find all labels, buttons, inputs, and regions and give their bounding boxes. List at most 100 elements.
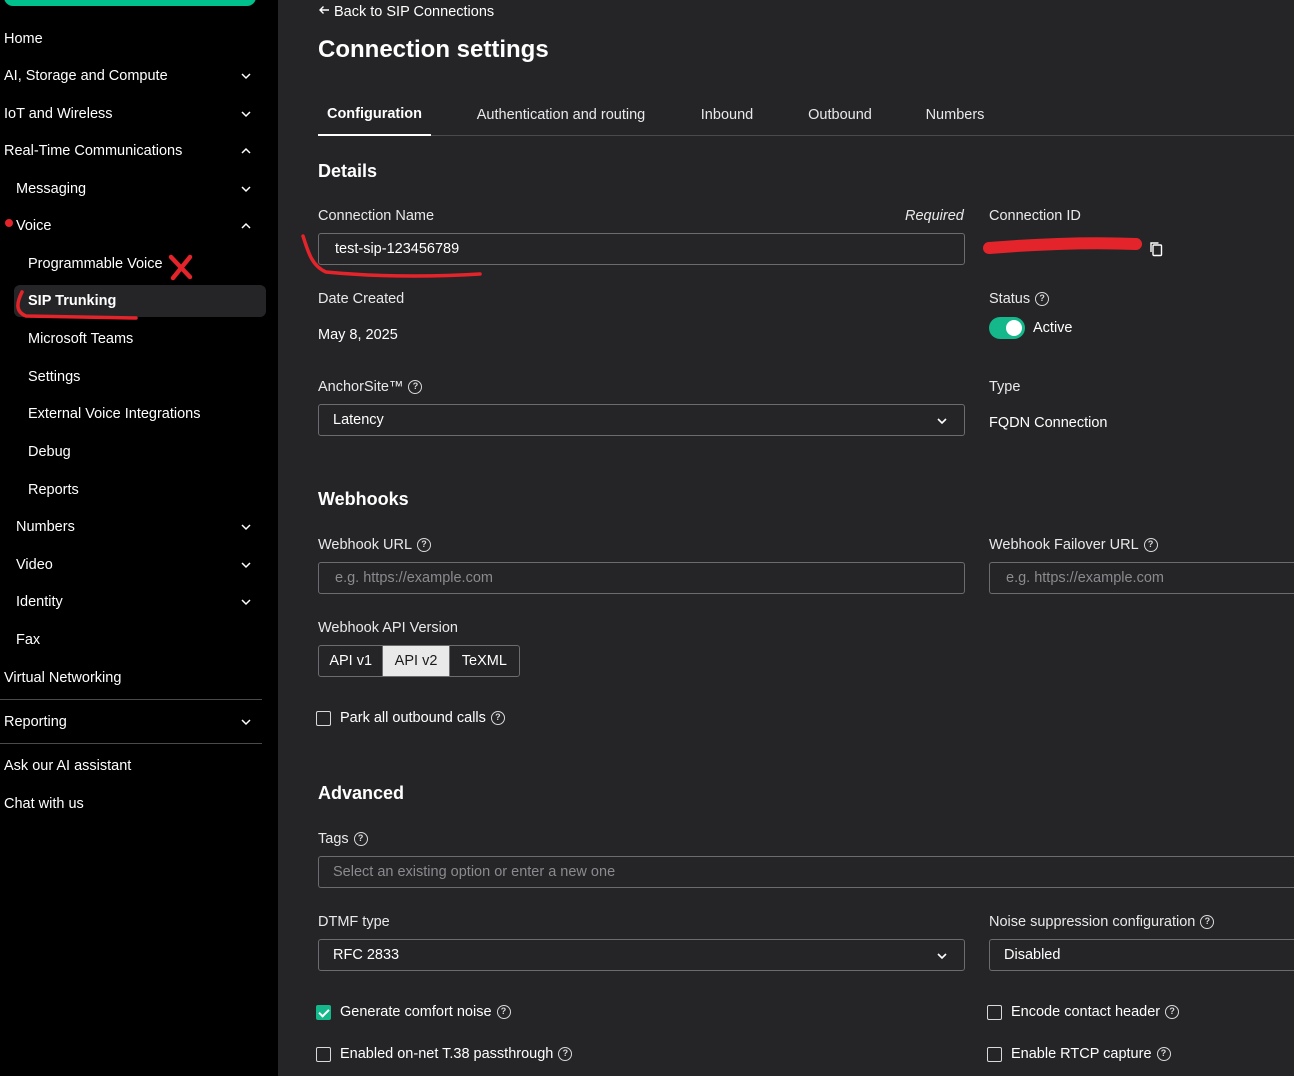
- annotation-dot: [5, 219, 13, 227]
- sidebar-divider: [0, 699, 262, 700]
- sidebar-item-ai-assistant[interactable]: Ask our AI assistant: [0, 750, 262, 782]
- sidebar-item-label: Chat with us: [4, 796, 84, 812]
- back-link[interactable]: Back to SIP Connections: [318, 4, 494, 20]
- main-content: Back to SIP Connections Connection setti…: [278, 0, 1294, 1076]
- sidebar-item-label: Debug: [28, 444, 71, 460]
- t38-checkbox-row[interactable]: Enabled on-net T.38 passthrough ?: [316, 1046, 573, 1062]
- status-toggle[interactable]: [989, 317, 1025, 339]
- help-icon[interactable]: ?: [1143, 538, 1158, 552]
- comfort-noise-label: Generate comfort noise: [340, 1004, 492, 1020]
- anchorsite-label-text: AnchorSite™: [318, 379, 404, 395]
- copy-icon[interactable]: [1149, 241, 1163, 257]
- tab-authentication-routing[interactable]: Authentication and routing: [463, 94, 659, 136]
- sidebar-item-label: Reports: [28, 482, 79, 498]
- help-icon[interactable]: ?: [1165, 1005, 1180, 1019]
- tab-outbound[interactable]: Outbound: [797, 94, 883, 136]
- chevron-down-icon: [936, 415, 948, 427]
- rtcp-checkbox-row[interactable]: Enable RTCP capture ?: [987, 1046, 1171, 1062]
- sidebar-item-settings[interactable]: Settings: [0, 361, 262, 393]
- t38-checkbox[interactable]: [316, 1046, 331, 1062]
- texml-button[interactable]: TeXML: [450, 646, 519, 676]
- chevron-down-icon: [240, 70, 252, 82]
- tab-numbers[interactable]: Numbers: [915, 94, 995, 136]
- chevron-down-icon: [240, 716, 252, 728]
- api-v2-button[interactable]: API v2: [383, 646, 450, 676]
- anchorsite-select-value: Latency: [333, 412, 384, 428]
- sidebar-item-label: SIP Trunking: [28, 293, 117, 309]
- noise-suppression-select[interactable]: Disabled: [989, 939, 1294, 971]
- sidebar-item-home[interactable]: Home: [0, 23, 262, 55]
- help-icon[interactable]: ?: [1035, 292, 1050, 306]
- sidebar-item-label: Messaging: [16, 181, 87, 197]
- sidebar-item-reports[interactable]: Reports: [0, 474, 262, 506]
- anchorsite-select[interactable]: Latency: [318, 404, 965, 436]
- help-icon[interactable]: ?: [558, 1047, 573, 1061]
- sidebar-item-label: Reporting: [4, 714, 67, 730]
- sidebar-item-external-voice[interactable]: External Voice Integrations: [0, 398, 262, 430]
- sidebar-item-label: Microsoft Teams: [28, 331, 134, 347]
- webhook-url-input[interactable]: e.g. https://example.com: [318, 562, 965, 594]
- help-icon[interactable]: ?: [408, 380, 423, 394]
- dtmf-select[interactable]: RFC 2833: [318, 939, 965, 971]
- tab-inbound[interactable]: Inbound: [691, 94, 763, 136]
- sidebar-item-voice[interactable]: Voice: [0, 210, 262, 242]
- sidebar-item-sip-trunking[interactable]: SIP Trunking: [14, 285, 266, 317]
- sidebar-item-ai-storage[interactable]: AI, Storage and Compute: [0, 60, 262, 92]
- sidebar: Home AI, Storage and Compute IoT and Wir…: [0, 0, 278, 1076]
- sidebar-item-fax[interactable]: Fax: [0, 624, 262, 656]
- sidebar-item-reporting[interactable]: Reporting: [0, 706, 262, 738]
- arrow-left-icon: [318, 4, 330, 20]
- connection-name-input[interactable]: test-sip-123456789: [318, 233, 965, 265]
- rtcp-label: Enable RTCP capture: [1011, 1046, 1152, 1062]
- encode-contact-checkbox-row[interactable]: Encode contact header ?: [987, 1004, 1180, 1020]
- comfort-noise-checkbox-row[interactable]: Generate comfort noise ?: [316, 1004, 511, 1020]
- sidebar-item-label: Numbers: [16, 519, 75, 535]
- sidebar-item-iot[interactable]: IoT and Wireless: [0, 98, 262, 130]
- dtmf-select-value: RFC 2833: [333, 947, 400, 963]
- tab-configuration[interactable]: Configuration: [318, 94, 431, 136]
- help-icon[interactable]: ?: [1156, 1047, 1171, 1061]
- sidebar-item-label: Ask our AI assistant: [4, 758, 132, 774]
- type-value: FQDN Connection: [989, 415, 1108, 431]
- sidebar-item-rtc[interactable]: Real-Time Communications: [0, 135, 262, 167]
- anchorsite-label: AnchorSite™ ?: [318, 379, 423, 395]
- chevron-up-icon: [240, 220, 252, 232]
- webhook-failover-label-text: Webhook Failover URL: [989, 537, 1139, 553]
- help-icon[interactable]: ?: [496, 1005, 511, 1019]
- tags-input[interactable]: Select an existing option or enter a new…: [318, 856, 1294, 888]
- park-outbound-checkbox-row[interactable]: Park all outbound calls ?: [316, 710, 505, 726]
- sidebar-item-microsoft-teams[interactable]: Microsoft Teams: [0, 323, 262, 355]
- help-icon[interactable]: ?: [353, 832, 368, 846]
- chevron-down-icon: [936, 950, 948, 962]
- sidebar-top-button[interactable]: [4, 0, 256, 6]
- sidebar-item-label: Video: [16, 557, 53, 573]
- sidebar-item-numbers[interactable]: Numbers: [0, 511, 262, 543]
- sidebar-item-messaging[interactable]: Messaging: [0, 173, 262, 205]
- sidebar-item-debug[interactable]: Debug: [0, 436, 262, 468]
- help-icon[interactable]: ?: [490, 711, 505, 725]
- sidebar-item-label: Identity: [16, 594, 63, 610]
- encode-contact-checkbox[interactable]: [987, 1004, 1002, 1020]
- webhooks-heading: Webhooks: [318, 489, 409, 509]
- help-icon[interactable]: ?: [1200, 915, 1215, 929]
- park-outbound-checkbox[interactable]: [316, 710, 331, 726]
- help-icon[interactable]: ?: [417, 538, 432, 552]
- chevron-down-icon: [240, 521, 252, 533]
- comfort-noise-checkbox[interactable]: [316, 1004, 331, 1020]
- status-label: Status ?: [989, 291, 1050, 307]
- date-created-value: May 8, 2025: [318, 327, 398, 343]
- sidebar-item-label: Home: [4, 31, 43, 47]
- sidebar-item-virtual-networking[interactable]: Virtual Networking: [0, 662, 262, 694]
- rtcp-checkbox[interactable]: [987, 1046, 1002, 1062]
- park-outbound-label: Park all outbound calls: [340, 710, 486, 726]
- api-v1-button[interactable]: API v1: [319, 646, 384, 676]
- sidebar-item-identity[interactable]: Identity: [0, 586, 262, 618]
- webhook-failover-label: Webhook Failover URL ?: [989, 537, 1158, 553]
- webhook-failover-input[interactable]: e.g. https://example.com: [989, 562, 1294, 594]
- tags-label-text: Tags: [318, 831, 349, 847]
- webhook-url-label: Webhook URL ?: [318, 537, 432, 553]
- sidebar-item-chat[interactable]: Chat with us: [0, 788, 262, 820]
- sidebar-item-video[interactable]: Video: [0, 549, 262, 581]
- sidebar-item-label: IoT and Wireless: [4, 106, 113, 122]
- sidebar-item-programmable-voice[interactable]: Programmable Voice: [0, 248, 262, 280]
